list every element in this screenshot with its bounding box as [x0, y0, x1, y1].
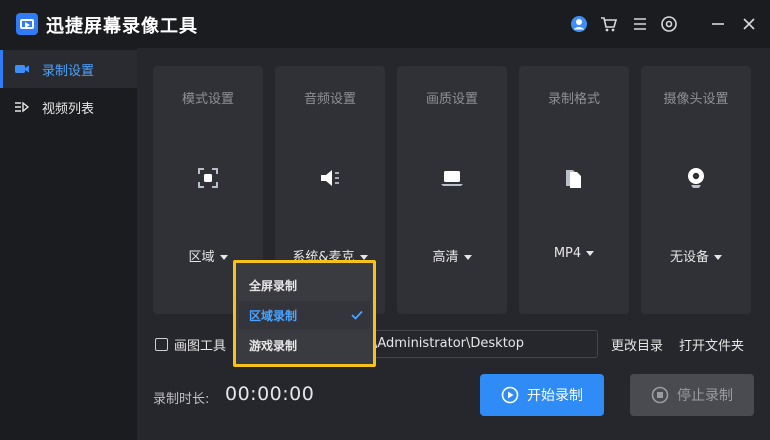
chevron-down-icon: [714, 255, 722, 260]
card-title: 画质设置: [425, 92, 478, 107]
region-icon: [196, 166, 220, 190]
app-title: 迅捷屏幕录像工具: [46, 16, 198, 37]
camera-settings-card: 摄像头设置 无设备: [641, 66, 751, 314]
stop-recording-label: 停止录制: [677, 388, 733, 404]
duration-value: 00:00:00: [225, 383, 315, 405]
quality-settings-card: 画质设置 高清: [397, 66, 507, 314]
draw-tool-checkbox[interactable]: 画图工具: [155, 335, 227, 354]
camera-select[interactable]: 无设备: [641, 246, 751, 265]
chevron-down-icon: [463, 255, 472, 260]
open-folder-button[interactable]: 打开文件夹: [679, 335, 744, 354]
change-directory-button[interactable]: 更改目录: [611, 335, 663, 354]
chevron-down-icon: [219, 255, 228, 260]
speaker-icon: [318, 166, 342, 190]
dropdown-item-label: 全屏录制: [249, 278, 298, 293]
start-recording-button[interactable]: 开始录制: [480, 374, 604, 416]
video-camera-icon: [14, 61, 34, 77]
sidebar-item-record-settings[interactable]: 录制设置: [0, 50, 137, 88]
sidebar: 录制设置 视频列表: [0, 48, 137, 440]
settings-icon[interactable]: [659, 14, 679, 34]
card-title: 录制格式: [547, 92, 600, 107]
close-icon[interactable]: [739, 14, 759, 34]
draw-tool-label: 画图工具: [174, 338, 227, 354]
card-title: 摄像头设置: [663, 92, 729, 107]
app-logo-icon: [16, 13, 38, 35]
laptop-icon: [440, 166, 464, 190]
mode-dropdown-menu: 全屏录制 区域录制 游戏录制: [233, 260, 376, 367]
file-icon: [562, 166, 586, 190]
card-title: 音频设置: [303, 92, 356, 107]
format-select[interactable]: MP4: [519, 246, 629, 261]
dropdown-item-game[interactable]: 游戏录制: [239, 331, 370, 359]
checkbox-icon[interactable]: [155, 337, 168, 351]
main-panel: 模式设置 区域 音频设置 系统&麦克 画质设置 高清 录制格式 MP4 摄像头设…: [137, 48, 770, 440]
cart-icon[interactable]: [599, 14, 619, 34]
list-icon: [14, 99, 34, 115]
checkmark-icon: [350, 308, 364, 322]
stop-icon: [651, 386, 669, 404]
sidebar-item-label: 视频列表: [42, 101, 95, 117]
card-title: 模式设置: [181, 92, 234, 107]
quality-value: 高清: [432, 250, 459, 265]
chevron-down-icon: [586, 251, 595, 256]
start-recording-label: 开始录制: [527, 388, 583, 404]
mode-value: 区域: [188, 250, 215, 265]
output-path-field[interactable]: \Administrator\Desktop: [362, 330, 598, 358]
webcam-icon: [684, 166, 708, 190]
dropdown-item-region[interactable]: 区域录制: [239, 301, 370, 329]
menu-icon[interactable]: [630, 14, 650, 34]
sidebar-item-video-list[interactable]: 视频列表: [0, 88, 137, 126]
stop-recording-button[interactable]: 停止录制: [630, 374, 754, 416]
user-icon[interactable]: [569, 14, 589, 34]
play-icon: [501, 386, 519, 404]
dropdown-item-fullscreen[interactable]: 全屏录制: [239, 271, 370, 299]
duration-label: 录制时长:: [153, 392, 210, 407]
dropdown-item-label: 游戏录制: [249, 338, 298, 353]
title-bar: 迅捷屏幕录像工具: [0, 0, 770, 48]
quality-select[interactable]: 高清: [397, 246, 507, 265]
dropdown-item-label: 区域录制: [249, 308, 298, 323]
sidebar-item-label: 录制设置: [42, 63, 95, 79]
format-value: MP4: [553, 246, 582, 261]
camera-value: 无设备: [669, 250, 709, 265]
minimize-icon[interactable]: [708, 14, 728, 34]
format-settings-card: 录制格式 MP4: [519, 66, 629, 314]
